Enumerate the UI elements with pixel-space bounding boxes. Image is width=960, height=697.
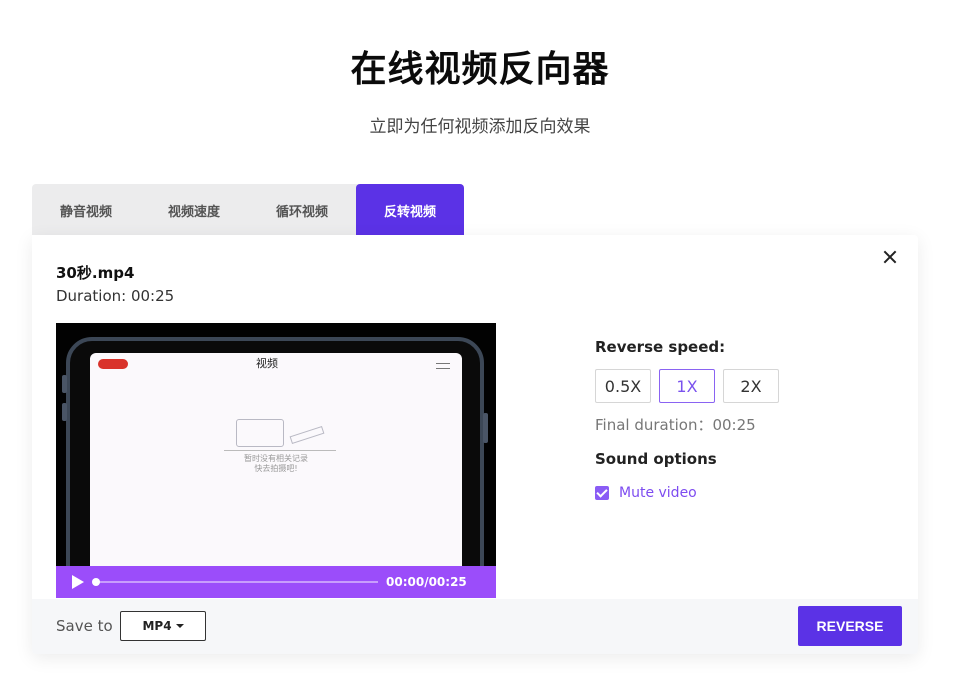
empty-message-line2: 快去拍摄吧!: [254, 464, 298, 473]
mute-video-option[interactable]: Mute video: [595, 485, 697, 501]
page-subtitle: 立即为任何视频添加反向效果: [369, 117, 591, 137]
menu-icon: [436, 363, 450, 369]
close-icon[interactable]: [880, 247, 900, 267]
caret-down-icon: [175, 624, 184, 628]
phone-side-button: [62, 375, 67, 393]
reverse-button[interactable]: REVERSE: [798, 606, 902, 646]
tab-loop-video[interactable]: 循环视频: [248, 184, 356, 236]
format-value: MP4: [142, 619, 172, 633]
file-duration: Duration: 00:25: [56, 287, 175, 305]
final-duration: Final duration：00:25: [595, 416, 756, 434]
time-display: 00:00/00:25: [386, 575, 467, 589]
speed-button-2x[interactable]: 2X: [723, 369, 779, 403]
sound-options-label: Sound options: [595, 450, 717, 468]
progress-knob[interactable]: [92, 578, 100, 586]
phone-side-button: [483, 413, 488, 443]
reverse-speed-label: Reverse speed:: [595, 338, 726, 356]
tab-reverse-video[interactable]: 反转视频: [356, 184, 464, 236]
mute-video-label: Mute video: [619, 485, 697, 501]
format-select[interactable]: MP4: [120, 611, 206, 641]
phone-side-button: [62, 403, 67, 421]
video-controls: 00:00/00:25: [56, 566, 496, 598]
empty-state-illustration: [224, 417, 336, 451]
progress-bar[interactable]: [92, 578, 378, 586]
page-title: 在线视频反向器: [350, 49, 610, 90]
app-logo-icon: [98, 359, 128, 369]
video-preview[interactable]: 视频 暂时没有相关记录 快去拍摄吧! 00:00/00:25: [56, 323, 496, 598]
footer-bar: Save to MP4 REVERSE: [32, 599, 918, 654]
play-icon[interactable]: [72, 575, 84, 589]
mute-checkbox[interactable]: [595, 486, 609, 500]
tool-tabs: 静音视频 视频速度 循环视频 反转视频: [32, 184, 464, 236]
save-to-label: Save to: [56, 617, 113, 635]
tab-video-speed[interactable]: 视频速度: [140, 184, 248, 236]
screen-title: 视频: [256, 357, 278, 370]
editor-card: 30秒.mp4 Duration: 00:25 视频 暂时没有相关记录 快去拍摄…: [32, 235, 918, 654]
tab-mute-video[interactable]: 静音视频: [32, 184, 140, 236]
speed-button-1x[interactable]: 1X: [659, 369, 715, 403]
speed-button-0-5x[interactable]: 0.5X: [595, 369, 651, 403]
video-frame-screen: 视频 暂时没有相关记录 快去拍摄吧!: [90, 353, 462, 598]
file-name: 30秒.mp4: [56, 264, 135, 282]
